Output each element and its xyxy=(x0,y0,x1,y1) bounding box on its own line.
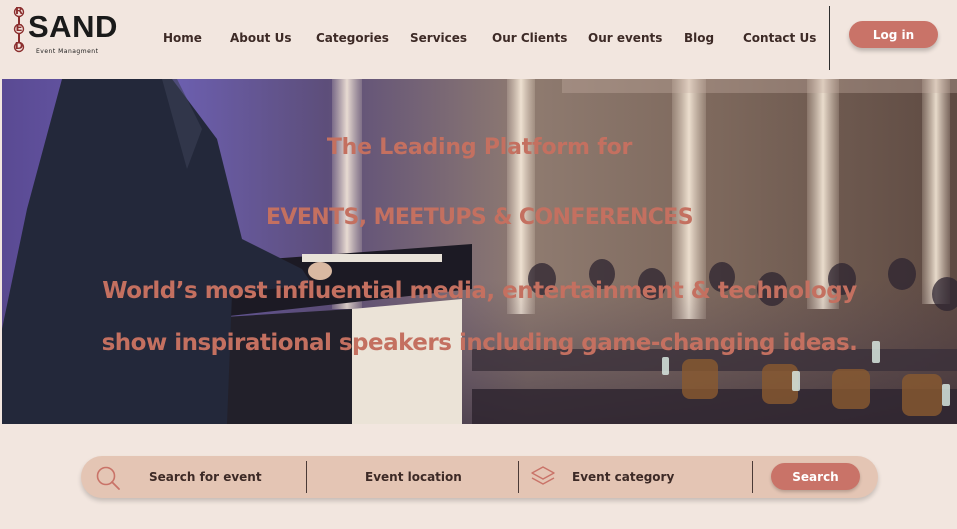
main-nav: Home About Us Categories Services Our Cl… xyxy=(0,0,830,78)
nav-contact-us[interactable]: Contact Us xyxy=(743,31,816,45)
nav-divider xyxy=(829,6,830,70)
hero-conference-image xyxy=(2,79,957,424)
nav-our-clients[interactable]: Our Clients xyxy=(492,31,567,45)
search-divider xyxy=(306,461,307,493)
hero-headline: EVENTS, MEETUPS & CONFERENCES xyxy=(266,205,694,230)
event-category-select[interactable]: Event category xyxy=(572,456,674,498)
event-search-bar: Search for event Event location Event ca… xyxy=(81,456,878,498)
search-button[interactable]: Search xyxy=(771,463,860,490)
search-icon[interactable] xyxy=(95,465,121,491)
nav-blog[interactable]: Blog xyxy=(684,31,714,45)
nav-about-us[interactable]: About Us xyxy=(230,31,291,45)
nav-categories[interactable]: Categories xyxy=(316,31,389,45)
site-header: R E D SAND Event Managment Home About Us… xyxy=(0,0,957,78)
nav-home[interactable]: Home xyxy=(163,31,202,45)
search-divider xyxy=(518,461,519,493)
search-divider xyxy=(752,461,753,493)
login-button[interactable]: Log in xyxy=(849,21,938,48)
hero-description-line-1: World’s most influential media, entertai… xyxy=(102,278,857,304)
hero-description-line-2: show inspirational speakers including ga… xyxy=(101,330,858,356)
hero-title: The Leading Platform for xyxy=(326,135,633,160)
event-location-input[interactable]: Event location xyxy=(365,456,462,498)
category-layers-icon xyxy=(531,466,555,485)
nav-our-events[interactable]: Our events xyxy=(588,31,662,45)
hero-banner: The Leading Platform for EVENTS, MEETUPS… xyxy=(2,79,957,424)
nav-services[interactable]: Services xyxy=(410,31,467,45)
event-search-input[interactable]: Search for event xyxy=(149,456,262,498)
